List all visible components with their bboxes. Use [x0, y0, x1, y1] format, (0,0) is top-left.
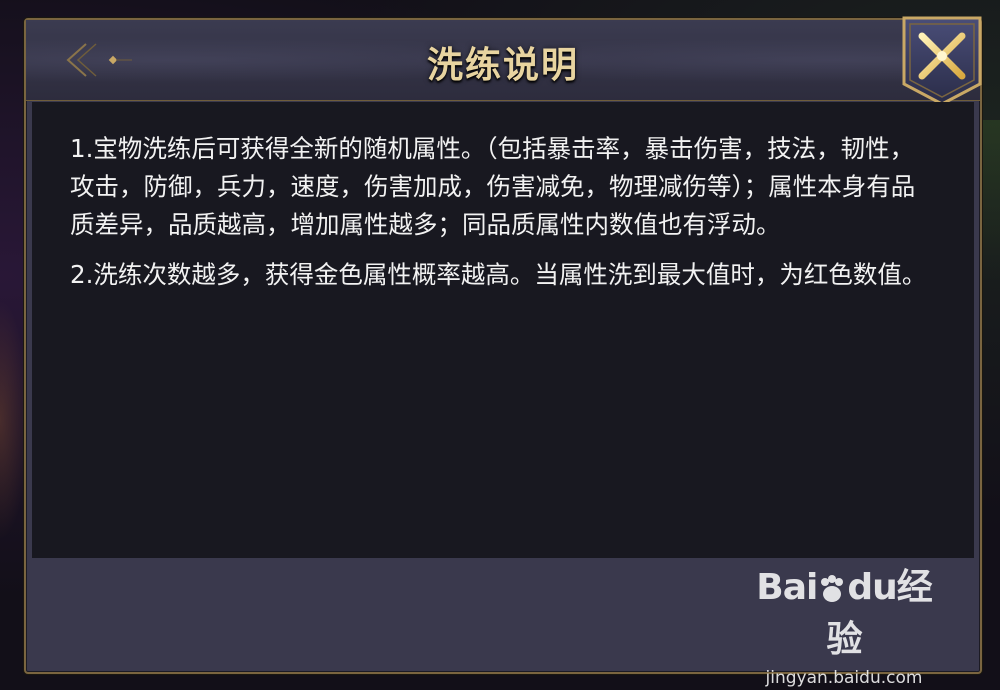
description-paragraph-1: 1.宝物洗练后可获得全新的随机属性。（包括暴击率，暴击伤害，技法，韧性，攻击，防…	[70, 134, 916, 239]
dialog-title: 洗练说明	[426, 44, 579, 86]
baidu-paw-icon	[821, 575, 844, 602]
watermark-url: jingyan.baidu.com	[765, 668, 923, 688]
watermark-logo: Bai du经验	[754, 558, 934, 662]
description-paragraph-2: 2.洗练次数越多，获得金色属性概率越高。当属性洗到最大值时，为红色数值。	[70, 260, 927, 289]
watermark-logo-bai: Bai	[756, 567, 818, 608]
dialog-content: 1.宝物洗练后可获得全新的随机属性。（包括暴击率，暴击伤害，技法，韧性，攻击，防…	[32, 102, 974, 558]
dialog-footer: Bai du经验 jingyan.baidu.com	[32, 558, 974, 688]
watermark-logo-du: du	[847, 567, 897, 608]
refine-info-dialog: 洗练说明 1.宝物洗练后可获得全新的随机属性。（包括暴击率，暴击伤害，技法，韧性…	[24, 16, 982, 688]
close-button[interactable]	[900, 14, 984, 108]
baidu-jingyan-watermark: Bai du经验 jingyan.baidu.com	[754, 558, 934, 688]
dialog-header: 洗练说明	[26, 20, 980, 101]
game-screen: 洗练说明 1.宝物洗练后可获得全新的随机属性。（包括暴击率，暴击伤害，技法，韧性…	[0, 0, 1000, 690]
